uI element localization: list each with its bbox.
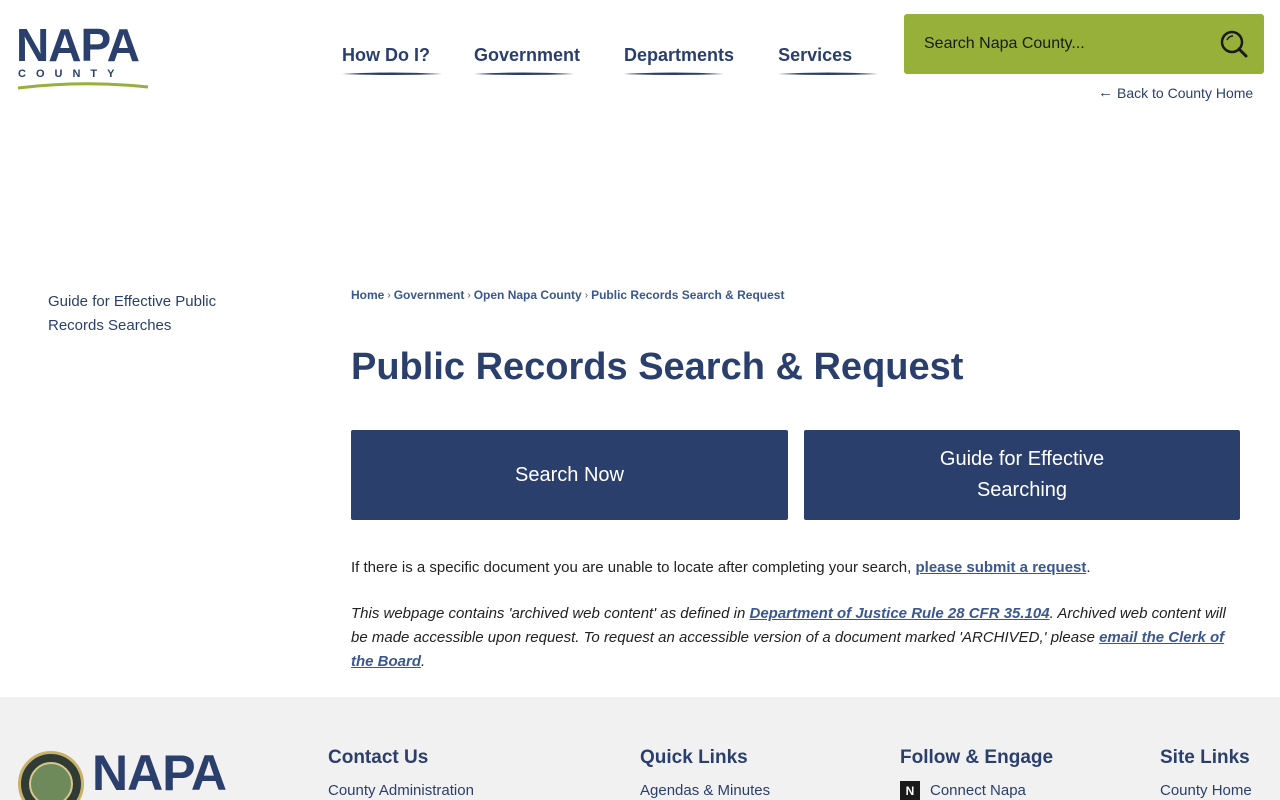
- archived-content-paragraph: This webpage contains 'archived web cont…: [351, 602, 1241, 674]
- napa-county-logo[interactable]: NAPA COUNTY: [16, 22, 150, 90]
- site-search: [904, 14, 1264, 74]
- archived-text-1: This webpage contains 'archived web cont…: [351, 605, 750, 622]
- search-now-label: Search Now: [515, 463, 624, 486]
- doj-rule-link[interactable]: Department of Justice Rule 28 CFR 35.104: [749, 605, 1049, 622]
- footer-col-site-links: Site Links County Home: [1160, 745, 1252, 800]
- logo-swoosh-icon: [17, 82, 149, 90]
- page-title: Public Records Search & Request: [351, 346, 964, 388]
- nav-label: How Do I?: [342, 45, 430, 65]
- footer-col-contact: Contact Us County Administration: [328, 745, 474, 800]
- nav-underline-icon: [778, 72, 879, 75]
- footer-col-quick-links: Quick Links Agendas & Minutes: [640, 745, 770, 800]
- guide-button-label: Guide for Effective Searching: [939, 448, 1105, 501]
- main-nav: How Do I? Government Departments Service…: [320, 40, 879, 80]
- footer-heading: Contact Us: [328, 747, 429, 768]
- guide-effective-searching-button[interactable]: Guide for Effective Searching: [804, 430, 1240, 520]
- nav-label: Departments: [624, 45, 735, 65]
- nav-underline-icon: [624, 72, 725, 75]
- nav-government[interactable]: Government: [452, 40, 602, 80]
- footer-heading: Quick Links: [640, 747, 748, 768]
- breadcrumb-separator-icon: ›: [584, 289, 589, 301]
- request-end: .: [1086, 559, 1091, 576]
- back-link-label: Back to County Home: [1117, 84, 1254, 101]
- footer-link[interactable]: Agendas & Minutes: [640, 779, 770, 800]
- sidebar: Guide for Effective Public Records Searc…: [48, 290, 248, 338]
- footer-link-label: Agendas & Minutes: [640, 782, 771, 799]
- nav-underline-icon: [474, 72, 574, 75]
- nav-underline-icon: [342, 72, 442, 75]
- arrow-left-icon: ←: [1098, 84, 1113, 101]
- nav-label: Government: [474, 45, 581, 65]
- logo-wordmark: NAPA: [16, 19, 140, 71]
- search-icon[interactable]: [1218, 28, 1250, 60]
- archived-end: .: [421, 653, 426, 670]
- search-input[interactable]: [924, 14, 1214, 74]
- submit-request-link[interactable]: please submit a request: [915, 559, 1086, 576]
- nav-services[interactable]: Services: [756, 40, 879, 80]
- connect-napa-icon: N: [900, 781, 920, 800]
- site-footer: NAPA Contact Us County Administration Qu…: [0, 697, 1280, 800]
- breadcrumb-separator-icon: ›: [387, 289, 391, 301]
- breadcrumb-government[interactable]: Government: [394, 288, 465, 302]
- sidebar-item-guide[interactable]: Guide for Effective Public Records Searc…: [48, 293, 216, 334]
- nav-label: Services: [778, 45, 853, 65]
- footer-link-label: County Administration: [328, 782, 474, 799]
- nav-departments[interactable]: Departments: [602, 40, 756, 80]
- search-now-button[interactable]: Search Now: [351, 430, 788, 520]
- site-header: NAPA COUNTY How Do I? Government Departm…: [0, 0, 1280, 120]
- footer-link[interactable]: County Administration: [328, 779, 474, 800]
- request-paragraph: If there is a specific document you are …: [351, 556, 1241, 580]
- breadcrumb-home[interactable]: Home: [351, 288, 384, 302]
- footer-logo[interactable]: NAPA: [92, 747, 227, 799]
- footer-link-label: Connect Napa: [930, 782, 1026, 799]
- breadcrumb-current[interactable]: Public Records Search & Request: [591, 288, 784, 302]
- nav-how-do-i[interactable]: How Do I?: [320, 40, 452, 80]
- footer-heading: Site Links: [1160, 747, 1250, 768]
- logo-subtext: COUNTY: [18, 68, 125, 80]
- breadcrumb: Home › Government › Open Napa County › P…: [351, 286, 1241, 304]
- breadcrumb-open-napa-county[interactable]: Open Napa County: [474, 288, 582, 302]
- footer-col-follow-engage: Follow & Engage N Connect Napa: [900, 745, 1053, 800]
- breadcrumb-separator-icon: ›: [467, 289, 471, 301]
- footer-link[interactable]: County Home: [1160, 779, 1252, 800]
- action-buttons: Search Now Guide for Effective Searching: [351, 430, 1241, 520]
- county-seal-icon: [18, 751, 84, 800]
- back-to-county-home-link[interactable]: ← Back to County Home: [1098, 84, 1253, 101]
- footer-link-label: County Home: [1160, 782, 1252, 799]
- main-content: Home › Government › Open Napa County › P…: [351, 286, 1241, 670]
- footer-link[interactable]: N Connect Napa: [900, 779, 1053, 800]
- request-text: If there is a specific document you are …: [351, 559, 916, 576]
- footer-heading: Follow & Engage: [900, 747, 1054, 768]
- seal-center-icon: [29, 762, 73, 800]
